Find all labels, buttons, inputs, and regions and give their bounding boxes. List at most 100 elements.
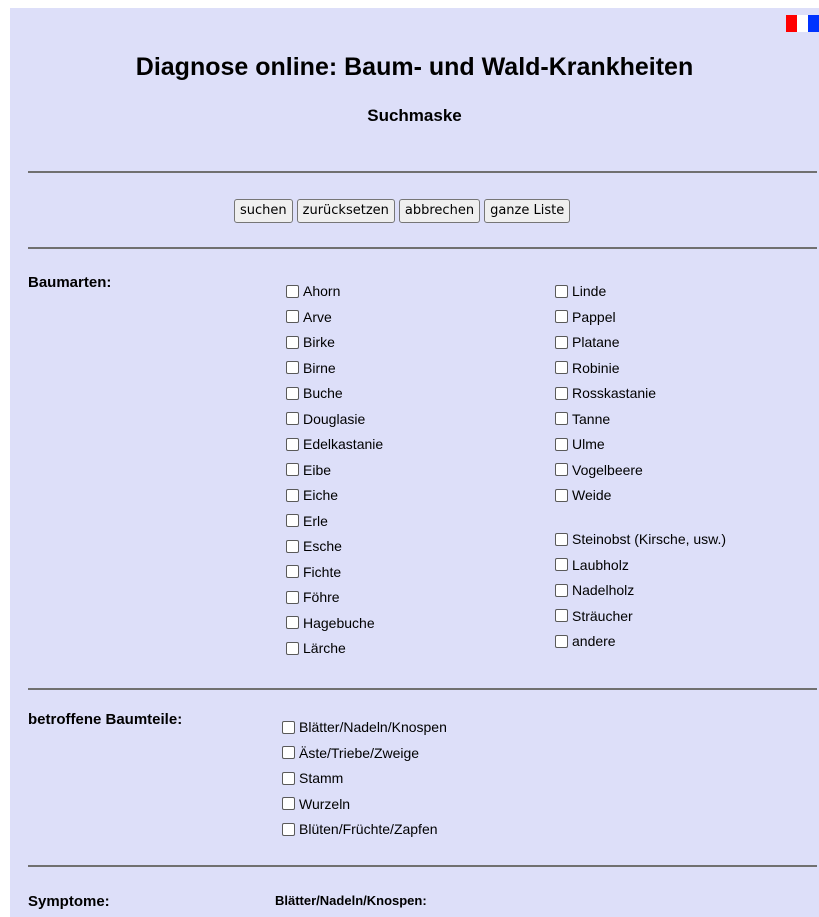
button-bar: suchen zurücksetzen abbrechen ganze List… — [234, 199, 571, 223]
checkbox-item-platane[interactable]: Platane — [555, 334, 619, 350]
checkbox-label: Ahorn — [303, 283, 341, 299]
checkbox-item-blatter-nadeln-knospen[interactable]: Blätter/Nadeln/Knospen — [282, 719, 447, 735]
checkbox-item-pappel[interactable]: Pappel — [555, 309, 616, 325]
checkbox-item-ahorn[interactable]: Ahorn — [286, 283, 340, 299]
checkbox-item-rosskastanie[interactable]: Rosskastanie — [555, 385, 656, 401]
checkbox-item-hagebuche[interactable]: Hagebuche — [286, 615, 375, 631]
checkbox[interactable] — [555, 558, 568, 571]
checkbox-item-weide[interactable]: Weide — [555, 487, 611, 503]
checkbox-label: andere — [572, 633, 616, 649]
checkbox[interactable] — [286, 514, 299, 527]
checkbox[interactable] — [286, 412, 299, 425]
checkbox-label: Lärche — [303, 640, 346, 656]
checkbox[interactable] — [555, 583, 568, 597]
checkbox-item-edelkastanie[interactable]: Edelkastanie — [286, 436, 383, 452]
checkbox-item-erle[interactable]: Erle — [286, 513, 328, 529]
checkbox-label: Vogelbeere — [572, 461, 643, 478]
checkbox-item-buche[interactable]: Buche — [286, 385, 343, 401]
checkbox[interactable] — [286, 386, 299, 400]
checkbox[interactable] — [555, 335, 568, 349]
checkbox[interactable] — [286, 437, 299, 451]
baumarten-label: Baumarten: — [28, 274, 112, 291]
divider — [28, 171, 817, 173]
checkbox-item-larche[interactable]: Lärche — [286, 640, 346, 656]
checkbox-item-ulme[interactable]: Ulme — [555, 436, 605, 452]
checkbox-item-birke[interactable]: Birke — [286, 334, 335, 350]
checkbox-label: Weide — [572, 487, 612, 503]
checkbox[interactable] — [555, 532, 568, 546]
checkbox-label: Steinobst (Kirsche, usw.) — [572, 531, 727, 547]
checkbox[interactable] — [286, 463, 299, 476]
checkbox-item-aste-triebe-zweige[interactable]: Äste/Triebe/Zweige — [282, 745, 419, 761]
checkbox-item-andere[interactable]: andere — [555, 633, 616, 649]
checkbox-item-eiche[interactable]: Eiche — [286, 487, 338, 503]
checkbox-item-laubholz[interactable]: Laubholz — [555, 557, 629, 573]
checkbox-item-tanne[interactable]: Tanne — [555, 411, 610, 427]
checkbox-label: Edelkastanie — [303, 436, 384, 452]
cancel-button[interactable]: abbrechen — [398, 199, 481, 223]
checkbox-label: Fichte — [303, 563, 342, 580]
checkbox-item-douglasie[interactable]: Douglasie — [286, 411, 365, 427]
checkbox-label: Birke — [303, 334, 335, 350]
checkbox[interactable] — [286, 641, 299, 655]
checkbox[interactable] — [555, 386, 568, 400]
checkbox[interactable] — [282, 797, 295, 810]
checkbox[interactable] — [555, 437, 568, 451]
checkbox-label: Blätter/Nadeln/Knospen — [299, 719, 447, 735]
checkbox-item-fohre[interactable]: Föhre — [286, 589, 340, 605]
checkbox-item-bluten-fruchte-zapfen[interactable]: Blüten/Früchte/Zapfen — [282, 821, 438, 837]
checkbox[interactable] — [282, 771, 295, 785]
checkbox-item-robinie[interactable]: Robinie — [555, 360, 619, 376]
reset-button[interactable]: zurücksetzen — [296, 199, 395, 223]
checkbox[interactable] — [286, 310, 299, 323]
checkbox-item-birne[interactable]: Birne — [286, 360, 336, 376]
checkbox[interactable] — [286, 361, 299, 374]
checkbox[interactable] — [555, 488, 568, 502]
checkbox-item-nadelholz[interactable]: Nadelholz — [555, 582, 634, 598]
checkbox-label: Platane — [572, 334, 620, 350]
checkbox-label: Stamm — [299, 770, 344, 786]
checkbox[interactable] — [282, 746, 295, 759]
checkbox-label: Linde — [572, 283, 607, 299]
checkbox[interactable] — [286, 335, 299, 349]
checkbox-label: Robinie — [572, 359, 620, 376]
checkbox-label: Buche — [303, 385, 343, 401]
checkbox-item-esche[interactable]: Esche — [286, 538, 342, 554]
checkbox[interactable] — [555, 361, 568, 374]
checkbox[interactable] — [555, 634, 568, 648]
checkbox[interactable] — [286, 565, 299, 578]
checkbox-item-wurzeln[interactable]: Wurzeln — [282, 796, 350, 812]
checkbox-item-linde[interactable]: Linde — [555, 283, 606, 299]
checkbox[interactable] — [286, 590, 299, 604]
checkbox-item-eibe[interactable]: Eibe — [286, 462, 331, 478]
checkbox-item-vogelbeere[interactable]: Vogelbeere — [555, 462, 643, 478]
checkbox-item-stamm[interactable]: Stamm — [282, 770, 343, 786]
checkbox-item-fichte[interactable]: Fichte — [286, 564, 341, 580]
checkbox-label: Ulme — [572, 436, 605, 452]
full-list-button[interactable]: ganze Liste — [484, 199, 571, 223]
checkbox-label: Birne — [303, 359, 336, 376]
checkbox[interactable] — [555, 310, 568, 323]
checkbox[interactable] — [286, 616, 299, 629]
checkbox[interactable] — [286, 488, 299, 502]
checkbox[interactable] — [282, 822, 295, 836]
form-panel — [10, 8, 819, 917]
checkbox[interactable] — [555, 284, 568, 298]
french-flag-icon[interactable] — [786, 15, 819, 32]
checkbox-label: Pappel — [572, 308, 616, 325]
checkbox-item-steinobst-kirsche-usw[interactable]: Steinobst (Kirsche, usw.) — [555, 531, 726, 547]
checkbox-label: Äste/Triebe/Zweige — [299, 744, 420, 761]
checkbox[interactable] — [555, 463, 568, 476]
checkbox[interactable] — [286, 284, 299, 298]
checkbox[interactable] — [555, 412, 568, 425]
checkbox-item-arve[interactable]: Arve — [286, 309, 332, 325]
checkbox[interactable] — [282, 720, 295, 734]
search-button[interactable]: suchen — [234, 199, 293, 223]
checkbox[interactable] — [555, 609, 568, 622]
checkbox-item-straucher[interactable]: Sträucher — [555, 608, 633, 624]
symptome-sublabel: Blätter/Nadeln/Knospen: — [275, 893, 427, 908]
symptome-label: Symptome: — [28, 893, 110, 910]
checkbox-label: Föhre — [303, 589, 340, 605]
checkbox[interactable] — [286, 539, 299, 553]
checkbox-label: Wurzeln — [299, 795, 351, 812]
